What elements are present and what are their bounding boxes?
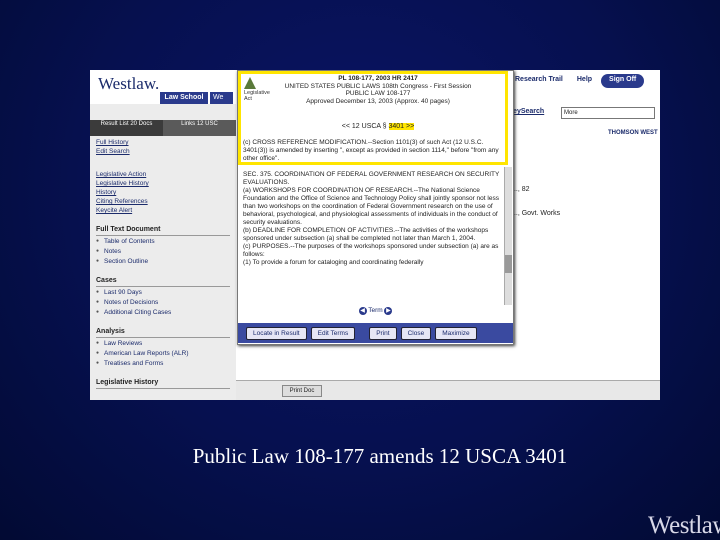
section-heading: Full Text Document xyxy=(96,223,230,236)
maximize-button[interactable]: Maximize xyxy=(435,326,477,340)
thomson-west-logo: THOMSON WEST xyxy=(608,130,658,136)
keysearch-select[interactable]: More xyxy=(561,107,655,119)
tab-links[interactable]: Links 12 USC xyxy=(163,120,236,136)
popup-scrollbar[interactable] xyxy=(504,167,512,305)
section-cases: Cases Last 90 Days Notes of Decisions Ad… xyxy=(90,268,236,319)
tab-result-list[interactable]: Result List 20 Docs xyxy=(90,120,163,136)
citing-references-link[interactable]: Citing References xyxy=(96,197,230,206)
list-item[interactable]: Additional Citing Cases xyxy=(96,307,230,317)
left-tabs: Result List 20 Docs Links 12 USC xyxy=(90,120,236,136)
legislative-history-link[interactable]: Legislative History xyxy=(96,179,230,188)
top-links: Research Trail Help Sign Off xyxy=(510,74,645,88)
westlaw-footer-logo: Westlaw. xyxy=(648,512,720,539)
paragraph: (1) To provide a forum for cataloging an… xyxy=(243,259,424,266)
prev-term-icon[interactable]: ◀ xyxy=(358,307,367,315)
next-term-icon[interactable]: ▶ xyxy=(384,307,393,315)
term-pager: ◀ Term ▶ xyxy=(238,307,513,319)
list-item[interactable]: Law Reviews xyxy=(96,338,230,348)
left-top-links: Full History Edit Search xyxy=(90,136,236,158)
list-item[interactable]: Section Outline xyxy=(96,256,230,266)
section-heading: Cases xyxy=(96,274,230,287)
scroll-thumb[interactable] xyxy=(505,255,512,273)
edit-search-link[interactable]: Edit Search xyxy=(96,147,230,156)
doc-text: ..., 82 xyxy=(512,186,530,193)
yellow-highlight-box xyxy=(238,71,508,165)
research-trail-link[interactable]: Research Trail xyxy=(510,74,568,88)
list-item[interactable]: Notes xyxy=(96,246,230,256)
list-item[interactable]: Table of Contents xyxy=(96,236,230,246)
sign-off-button[interactable]: Sign Off xyxy=(601,74,645,88)
list-item[interactable]: American Law Reports (ALR) xyxy=(96,348,230,358)
history-links: Legislative Action Legislative History H… xyxy=(90,168,236,217)
list-item[interactable]: Notes of Decisions xyxy=(96,297,230,307)
section-legislative-history: Legislative History xyxy=(90,370,236,391)
history-link[interactable]: History xyxy=(96,188,230,197)
left-panel: Result List 20 Docs Links 12 USC Full Hi… xyxy=(90,104,237,400)
edit-terms-button[interactable]: Edit Terms xyxy=(310,326,356,340)
legislative-action-link[interactable]: Legislative Action xyxy=(96,170,230,179)
doc-text: ..., Govt. Works xyxy=(512,210,561,217)
list-item[interactable]: Last 90 Days xyxy=(96,287,230,297)
paragraph: (b) DEADLINE FOR COMPLETION OF ACTIVITIE… xyxy=(243,227,489,242)
list-item[interactable]: Treatises and Forms xyxy=(96,358,230,368)
slide-caption: Public Law 108-177 amends 12 USCA 3401 xyxy=(192,444,568,468)
close-button[interactable]: Close xyxy=(400,326,432,340)
westlaw-logo: Westlaw. xyxy=(98,74,160,93)
paragraph: (a) WORKSHOPS FOR COORDINATION OF RESEAR… xyxy=(243,187,499,226)
paragraph: SEC. 375. COORDINATION OF FEDERAL GOVERN… xyxy=(243,171,500,186)
tab-law-school[interactable]: Law School xyxy=(160,92,208,104)
tab-westlaw[interactable]: We xyxy=(210,92,233,104)
term-label: Term xyxy=(368,307,383,314)
popup-body: SEC. 375. COORDINATION OF FEDERAL GOVERN… xyxy=(243,171,505,267)
full-history-link[interactable]: Full History xyxy=(96,138,230,147)
section-heading: Analysis xyxy=(96,325,230,338)
print-button[interactable]: Print xyxy=(369,326,397,340)
locate-in-result-button[interactable]: Locate in Result xyxy=(246,326,307,340)
print-doc-button[interactable]: Print Doc xyxy=(282,385,322,397)
legislative-popup: Legislative Act PL 108-177, 2003 HR 2417… xyxy=(237,70,514,345)
keycite-alert-link[interactable]: Keycite Alert xyxy=(96,206,230,215)
help-link[interactable]: Help xyxy=(572,74,597,88)
popup-buttons: Locate in Result Edit Terms Print Close … xyxy=(238,323,513,343)
section-full-text: Full Text Document Table of Contents Not… xyxy=(90,217,236,268)
bottom-toolbar: Print Doc xyxy=(236,380,660,400)
section-analysis: Analysis Law Reviews American Law Report… xyxy=(90,319,236,370)
westlaw-screenshot: Westlaw. Law School We Research Trail He… xyxy=(90,70,660,400)
paragraph: (c) PURPOSES.--The purposes of the works… xyxy=(243,243,499,258)
section-heading: Legislative History xyxy=(96,376,230,389)
